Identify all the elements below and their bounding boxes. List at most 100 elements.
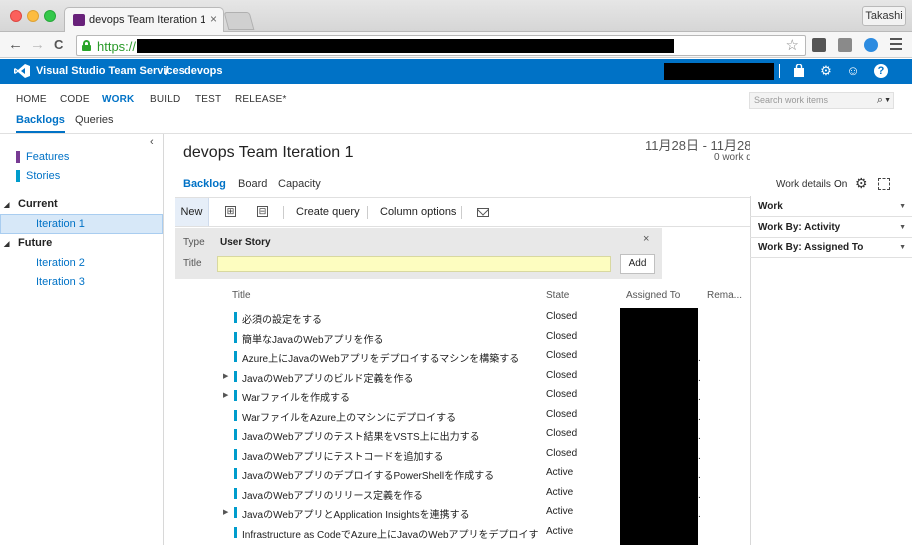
visual-studio-logo-icon[interactable] <box>14 64 30 78</box>
title-input[interactable] <box>217 256 611 272</box>
expand-all-icon[interactable]: ⊞ <box>225 206 236 217</box>
back-arrow-icon[interactable]: ← <box>8 36 23 54</box>
row-title[interactable]: JavaのWebアプリのビルド定義を作る <box>242 370 538 385</box>
panel-work[interactable]: Work ▼ <box>750 197 912 217</box>
address-bar[interactable]: https:// ☆ <box>76 35 806 56</box>
row-remaining: . <box>698 392 701 403</box>
url-scheme: https:// <box>97 39 137 54</box>
email-icon[interactable] <box>477 208 489 217</box>
sidebar-item-iteration-3[interactable]: Iteration 3 <box>36 276 85 288</box>
profile-button[interactable]: Takashi <box>862 6 906 26</box>
sidebar-item-iteration-1[interactable]: Iteration 1 <box>36 218 85 230</box>
row-remaining: . <box>698 353 701 364</box>
row-title[interactable]: JavaのWebアプリのテスト結果をVSTS上に出力する <box>242 428 538 443</box>
expand-row-icon[interactable]: ▶ <box>223 372 228 380</box>
triangle-down-icon[interactable]: ◢ <box>4 201 9 209</box>
user-story-color-bar <box>234 526 237 538</box>
fullscreen-icon[interactable] <box>878 178 890 190</box>
type-value[interactable]: User Story <box>220 237 271 248</box>
panel-work-by-activity[interactable]: Work By: Activity ▼ <box>750 218 912 238</box>
tab-close-icon[interactable]: × <box>210 12 217 26</box>
gear-icon[interactable]: ⚙ <box>855 175 868 192</box>
brand-link[interactable]: Visual Studio Team Services <box>36 65 185 77</box>
main-content: devops Team Iteration 1 11月28日 - 11月28日 … <box>165 134 767 545</box>
extension-chart-icon[interactable] <box>838 38 852 52</box>
close-icon[interactable]: × <box>643 233 649 245</box>
triangle-down-icon[interactable]: ◢ <box>4 240 9 248</box>
marketplace-bag-icon[interactable] <box>792 63 806 78</box>
new-button[interactable]: New <box>175 198 209 226</box>
collapse-all-icon[interactable]: ⊟ <box>257 206 268 217</box>
hub-home[interactable]: HOME <box>16 94 47 105</box>
tab-backlog[interactable]: Backlog <box>183 178 226 190</box>
row-remaining: . <box>698 509 701 520</box>
row-state: Active <box>546 506 574 517</box>
bookmark-star-icon[interactable]: ☆ <box>786 36 799 54</box>
help-icon[interactable]: ? <box>874 64 888 78</box>
tab-backlogs[interactable]: Backlogs <box>16 114 65 133</box>
extension-icon[interactable] <box>812 38 826 52</box>
expand-row-icon[interactable]: ▶ <box>223 391 228 399</box>
window-minimize-button[interactable] <box>27 10 39 22</box>
user-story-color-bar <box>234 448 237 460</box>
extension-y-icon[interactable] <box>864 38 878 52</box>
hub-test[interactable]: TEST <box>195 94 221 105</box>
column-header-title[interactable]: Title <box>232 290 251 301</box>
sidebar-item-features[interactable]: Features <box>16 151 69 163</box>
row-state: Active <box>546 467 574 478</box>
chevron-down-icon[interactable]: ▼ <box>884 97 891 104</box>
settings-gear-icon[interactable]: ⚙ <box>819 64 833 78</box>
chevron-down-icon[interactable]: ▼ <box>899 244 906 251</box>
column-header-assigned-to[interactable]: Assigned To <box>626 290 680 301</box>
feedback-smile-icon[interactable]: ☺ <box>846 64 860 78</box>
row-title[interactable]: JavaのWebアプリにテストコードを追加する <box>242 448 538 463</box>
tab-capacity[interactable]: Capacity <box>278 178 321 190</box>
user-name-redacted[interactable] <box>664 63 774 80</box>
toolbar-divider <box>283 206 284 219</box>
reload-icon[interactable]: C <box>54 36 63 54</box>
row-title[interactable]: Azure上にJavaのWebアプリをデプロイするマシンを構築する <box>242 350 538 365</box>
row-state: Closed <box>546 428 578 439</box>
row-title[interactable]: WarファイルをAzure上のマシンにデプロイする <box>242 409 538 424</box>
browser-tab[interactable]: devops Team Iteration 1 - V × <box>64 7 224 33</box>
row-title[interactable]: JavaのWebアプリのリリース定義を作る <box>242 487 538 502</box>
search-icon[interactable]: ⌕ <box>877 94 883 107</box>
create-query-button[interactable]: Create query <box>296 206 360 218</box>
chevron-down-icon[interactable]: ▼ <box>899 224 906 231</box>
column-header-remaining[interactable]: Rema... <box>707 290 742 301</box>
sidebar-item-stories[interactable]: Stories <box>16 170 60 182</box>
sidebar-item-iteration-2[interactable]: Iteration 2 <box>36 257 85 269</box>
project-link[interactable]: devops <box>184 65 223 77</box>
collapse-sidebar-icon[interactable]: ‹ <box>150 136 154 148</box>
forward-arrow-icon[interactable]: → <box>30 36 45 54</box>
tree-current-header[interactable]: ◢ Current <box>4 198 58 210</box>
tab-queries[interactable]: Queries <box>75 114 114 131</box>
hub-build[interactable]: BUILD <box>150 94 180 105</box>
hub-navigation: HOME CODE WORK BUILD TEST RELEASE* Searc… <box>0 84 912 134</box>
column-header-state[interactable]: State <box>546 290 569 301</box>
window-zoom-button[interactable] <box>44 10 56 22</box>
tab-board[interactable]: Board <box>238 178 267 190</box>
hub-release[interactable]: RELEASE* <box>235 94 287 105</box>
tree-future-header[interactable]: ◢ Future <box>4 237 52 249</box>
hub-code[interactable]: CODE <box>60 94 90 105</box>
add-button[interactable]: Add <box>620 254 655 274</box>
hub-work[interactable]: WORK <box>102 94 134 105</box>
row-title[interactable]: 簡単なJavaのWebアプリを作る <box>242 331 538 346</box>
window-close-button[interactable] <box>10 10 22 22</box>
row-title[interactable]: 必須の設定をする <box>242 311 538 326</box>
sidebar-item-label: Stories <box>26 170 61 182</box>
panel-work-by-assigned-to[interactable]: Work By: Assigned To ▼ <box>750 238 912 258</box>
browser-menu-icon[interactable] <box>890 38 902 53</box>
expand-row-icon[interactable]: ▶ <box>223 508 228 516</box>
chevron-down-icon[interactable]: ▼ <box>899 203 906 210</box>
row-title[interactable]: JavaのWebアプリとApplication Insightsを連携する <box>242 506 538 521</box>
row-title[interactable]: Infrastructure as CodeでAzure上にJavaのWebアプ… <box>242 526 538 541</box>
row-title[interactable]: Warファイルを作成する <box>242 389 538 404</box>
column-options-button[interactable]: Column options <box>380 206 456 218</box>
new-tab-button[interactable] <box>223 12 255 30</box>
search-work-items-input[interactable]: Search work items ⌕ ▼ <box>749 92 894 109</box>
row-title[interactable]: JavaのWebアプリのデプロイするPowerShellを作成する <box>242 467 538 482</box>
assigned-to-redacted <box>620 308 698 545</box>
work-details-toggle[interactable]: On <box>834 179 847 190</box>
